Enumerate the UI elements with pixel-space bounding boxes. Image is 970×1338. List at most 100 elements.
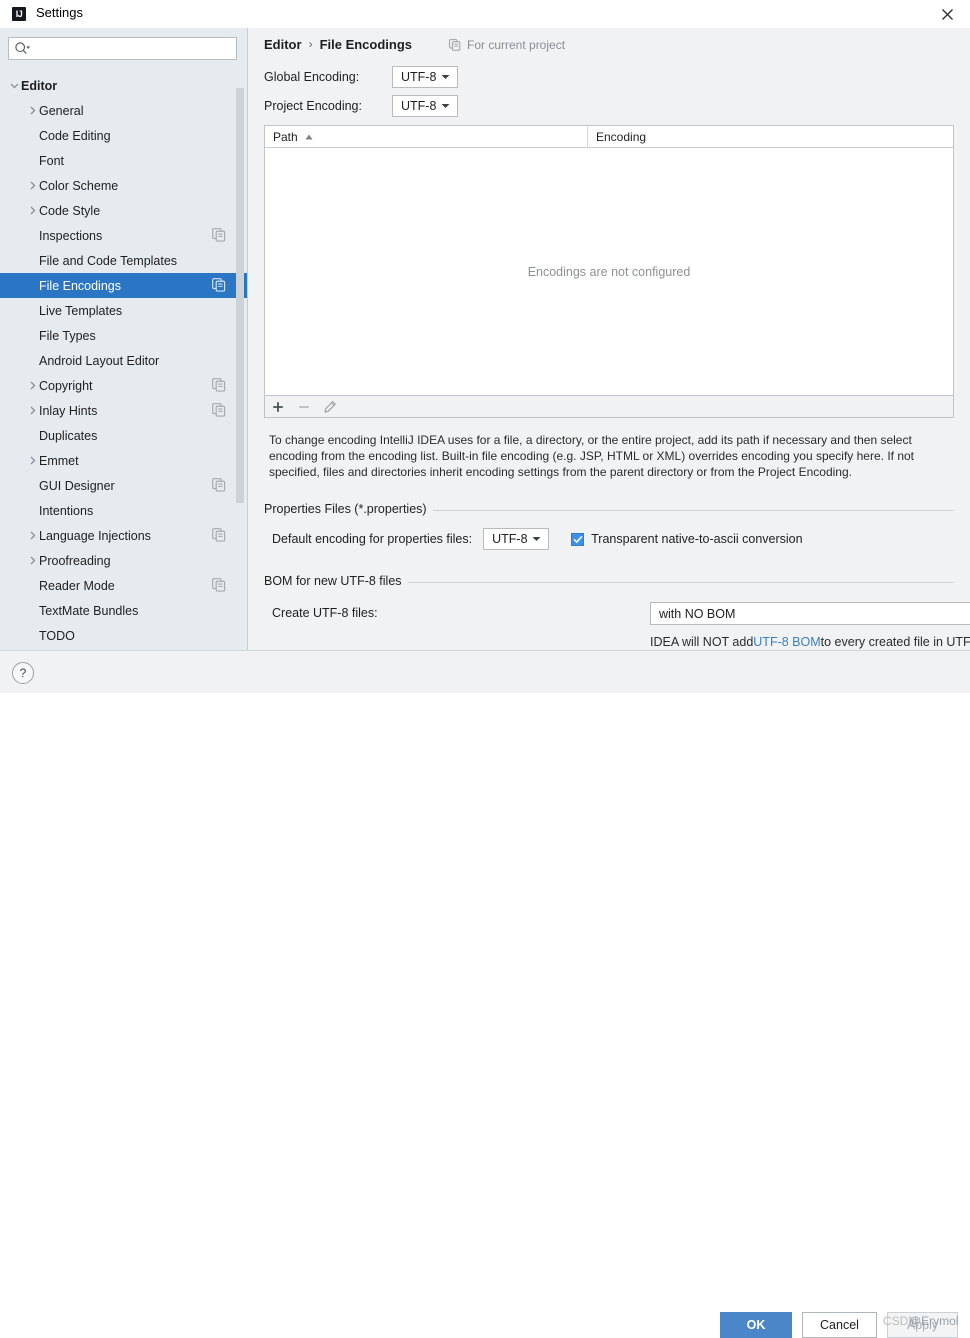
help-button[interactable]: ? — [12, 662, 34, 684]
sidebar-item-label: File Encodings — [39, 278, 121, 293]
chevron-right-icon[interactable] — [26, 548, 39, 573]
sidebar-item-language-injections[interactable]: Language Injections — [0, 523, 247, 548]
project-encoding-combobox[interactable]: UTF-8 — [392, 95, 458, 117]
sidebar-item-editor[interactable]: Editor — [0, 73, 247, 98]
default-properties-encoding-combobox[interactable]: UTF-8 — [483, 528, 550, 550]
sidebar-item-todo[interactable]: TODO — [0, 623, 247, 648]
table-empty-message: Encodings are not configured — [527, 265, 691, 279]
sidebar-item-proofreading[interactable]: Proofreading — [0, 548, 247, 573]
sidebar-item-file-and-code-templates[interactable]: File and Code Templates — [0, 248, 247, 273]
copy-documents-icon — [212, 278, 226, 292]
search-icon — [14, 41, 32, 57]
window-title: Settings — [36, 5, 83, 20]
chevron-right-icon[interactable] — [26, 173, 39, 198]
encodings-description: To change encoding IntelliJ IDEA uses fo… — [269, 433, 914, 479]
sidebar-item-label: Emmet — [39, 453, 79, 468]
ok-button-label: OK — [746, 1318, 766, 1332]
chevron-right-icon[interactable] — [26, 398, 39, 423]
create-utf8-files-label: Create UTF-8 files: — [272, 606, 378, 620]
default-properties-encoding-row: Default encoding for properties files: U… — [272, 528, 803, 550]
encodings-table-toolbar — [264, 396, 954, 418]
column-header-encoding[interactable]: Encoding — [588, 126, 953, 147]
for-current-project-label: For current project — [467, 38, 566, 52]
sidebar-item-code-style[interactable]: Code Style — [0, 198, 247, 223]
tree-arrow-placeholder — [26, 123, 39, 148]
title-bar: IJ Settings — [0, 0, 970, 28]
sidebar-item-inlay-hints[interactable]: Inlay Hints — [0, 398, 247, 423]
sidebar-item-emmet[interactable]: Emmet — [0, 448, 247, 473]
sidebar-item-file-encodings[interactable]: File Encodings — [0, 273, 247, 298]
tree-arrow-placeholder — [26, 598, 39, 623]
sidebar-item-textmate-bundles[interactable]: TextMate Bundles — [0, 598, 247, 623]
sidebar-item-reader-mode[interactable]: Reader Mode — [0, 573, 247, 598]
chevron-down-icon — [532, 537, 541, 541]
sidebar-item-copyright[interactable]: Copyright — [0, 373, 247, 398]
transparent-native-to-ascii-checkbox[interactable] — [571, 532, 585, 546]
sidebar-scrollbar-thumb[interactable] — [236, 88, 244, 503]
sidebar-item-label: Reader Mode — [39, 578, 115, 593]
search-box[interactable] — [8, 37, 237, 60]
copy-documents-icon — [449, 39, 461, 51]
sidebar-item-color-scheme[interactable]: Color Scheme — [0, 173, 247, 198]
tree-arrow-placeholder — [26, 348, 39, 373]
sidebar-item-inspections[interactable]: Inspections — [0, 223, 247, 248]
global-encoding-row: Global Encoding: UTF-8 — [264, 66, 458, 88]
sidebar-item-label: Color Scheme — [39, 178, 119, 193]
cancel-button[interactable]: Cancel — [802, 1312, 877, 1338]
bom-section-header: BOM for new UTF-8 files — [264, 574, 954, 588]
chevron-right-icon[interactable] — [26, 373, 39, 398]
create-utf8-files-combobox[interactable]: with NO BOM — [650, 602, 970, 625]
ok-button[interactable]: OK — [720, 1312, 792, 1338]
encodings-table: Path Encoding Encodings are not configur… — [264, 125, 954, 396]
sidebar-item-general[interactable]: General — [0, 98, 247, 123]
copy-documents-icon — [212, 478, 226, 492]
breadcrumb-current: File Encodings — [319, 36, 413, 52]
project-encoding-value: UTF-8 — [401, 99, 437, 113]
sidebar-item-android-layout-editor[interactable]: Android Layout Editor — [0, 348, 247, 373]
sidebar-item-live-templates[interactable]: Live Templates — [0, 298, 247, 323]
sidebar-item-label: Language Injections — [39, 528, 151, 543]
sidebar-item-label: Inlay Hints — [39, 403, 98, 418]
remove-encoding-button[interactable] — [291, 396, 317, 417]
checkmark-icon — [573, 535, 583, 543]
global-encoding-combobox[interactable]: UTF-8 — [392, 66, 458, 88]
sidebar-item-duplicates[interactable]: Duplicates — [0, 423, 247, 448]
sidebar-item-label: Live Templates — [39, 303, 123, 318]
chevron-down-icon[interactable] — [8, 73, 21, 98]
sidebar-item-code-editing[interactable]: Code Editing — [0, 123, 247, 148]
sidebar-item-label: Font — [39, 153, 65, 168]
edit-encoding-button[interactable] — [317, 396, 343, 417]
sidebar-item-label: Proofreading — [39, 553, 111, 568]
dialog-footer: ? OK Cancel Apply CSDN @Erymol — [0, 650, 970, 1338]
sidebar-item-font[interactable]: Font — [0, 148, 247, 173]
sidebar-item-file-types[interactable]: File Types — [0, 323, 247, 348]
global-encoding-value: UTF-8 — [401, 70, 437, 84]
close-icon — [941, 8, 953, 20]
help-icon: ? — [19, 666, 27, 680]
sidebar-item-label: File Types — [39, 328, 96, 343]
column-header-path[interactable]: Path — [265, 126, 588, 147]
bom-hint-link[interactable]: UTF-8 BOM — [753, 635, 820, 649]
chevron-right-icon[interactable] — [26, 448, 39, 473]
chevron-right-icon[interactable] — [26, 523, 39, 548]
sidebar-item-intentions[interactable]: Intentions — [0, 498, 247, 523]
table-header-row: Path Encoding — [265, 126, 953, 148]
column-header-path-label: Path — [273, 129, 298, 144]
search-input[interactable] — [35, 39, 235, 60]
settings-tree: Editor General Code Editing Font Color Schem… — [0, 73, 247, 650]
edit-pencil-icon — [324, 400, 336, 413]
sidebar-scrollbar[interactable] — [236, 28, 246, 650]
sidebar-item-label: GUI Designer — [39, 478, 115, 493]
breadcrumb-parent[interactable]: Editor — [264, 37, 302, 52]
intellij-logo-icon: IJ — [11, 6, 27, 22]
chevron-right-icon[interactable] — [26, 98, 39, 123]
create-utf8-files-row: Create UTF-8 files: — [272, 602, 378, 624]
tree-arrow-placeholder — [26, 573, 39, 598]
sidebar-item-gui-designer[interactable]: GUI Designer — [0, 473, 247, 498]
sidebar-item-label: Android Layout Editor — [39, 353, 160, 368]
chevron-right-icon[interactable] — [26, 198, 39, 223]
breadcrumb-separator-icon: › — [308, 37, 313, 51]
bom-hint: IDEA will NOT add UTF-8 BOM to every cre… — [650, 635, 970, 649]
add-encoding-button[interactable] — [265, 396, 291, 417]
close-button[interactable] — [924, 0, 970, 28]
